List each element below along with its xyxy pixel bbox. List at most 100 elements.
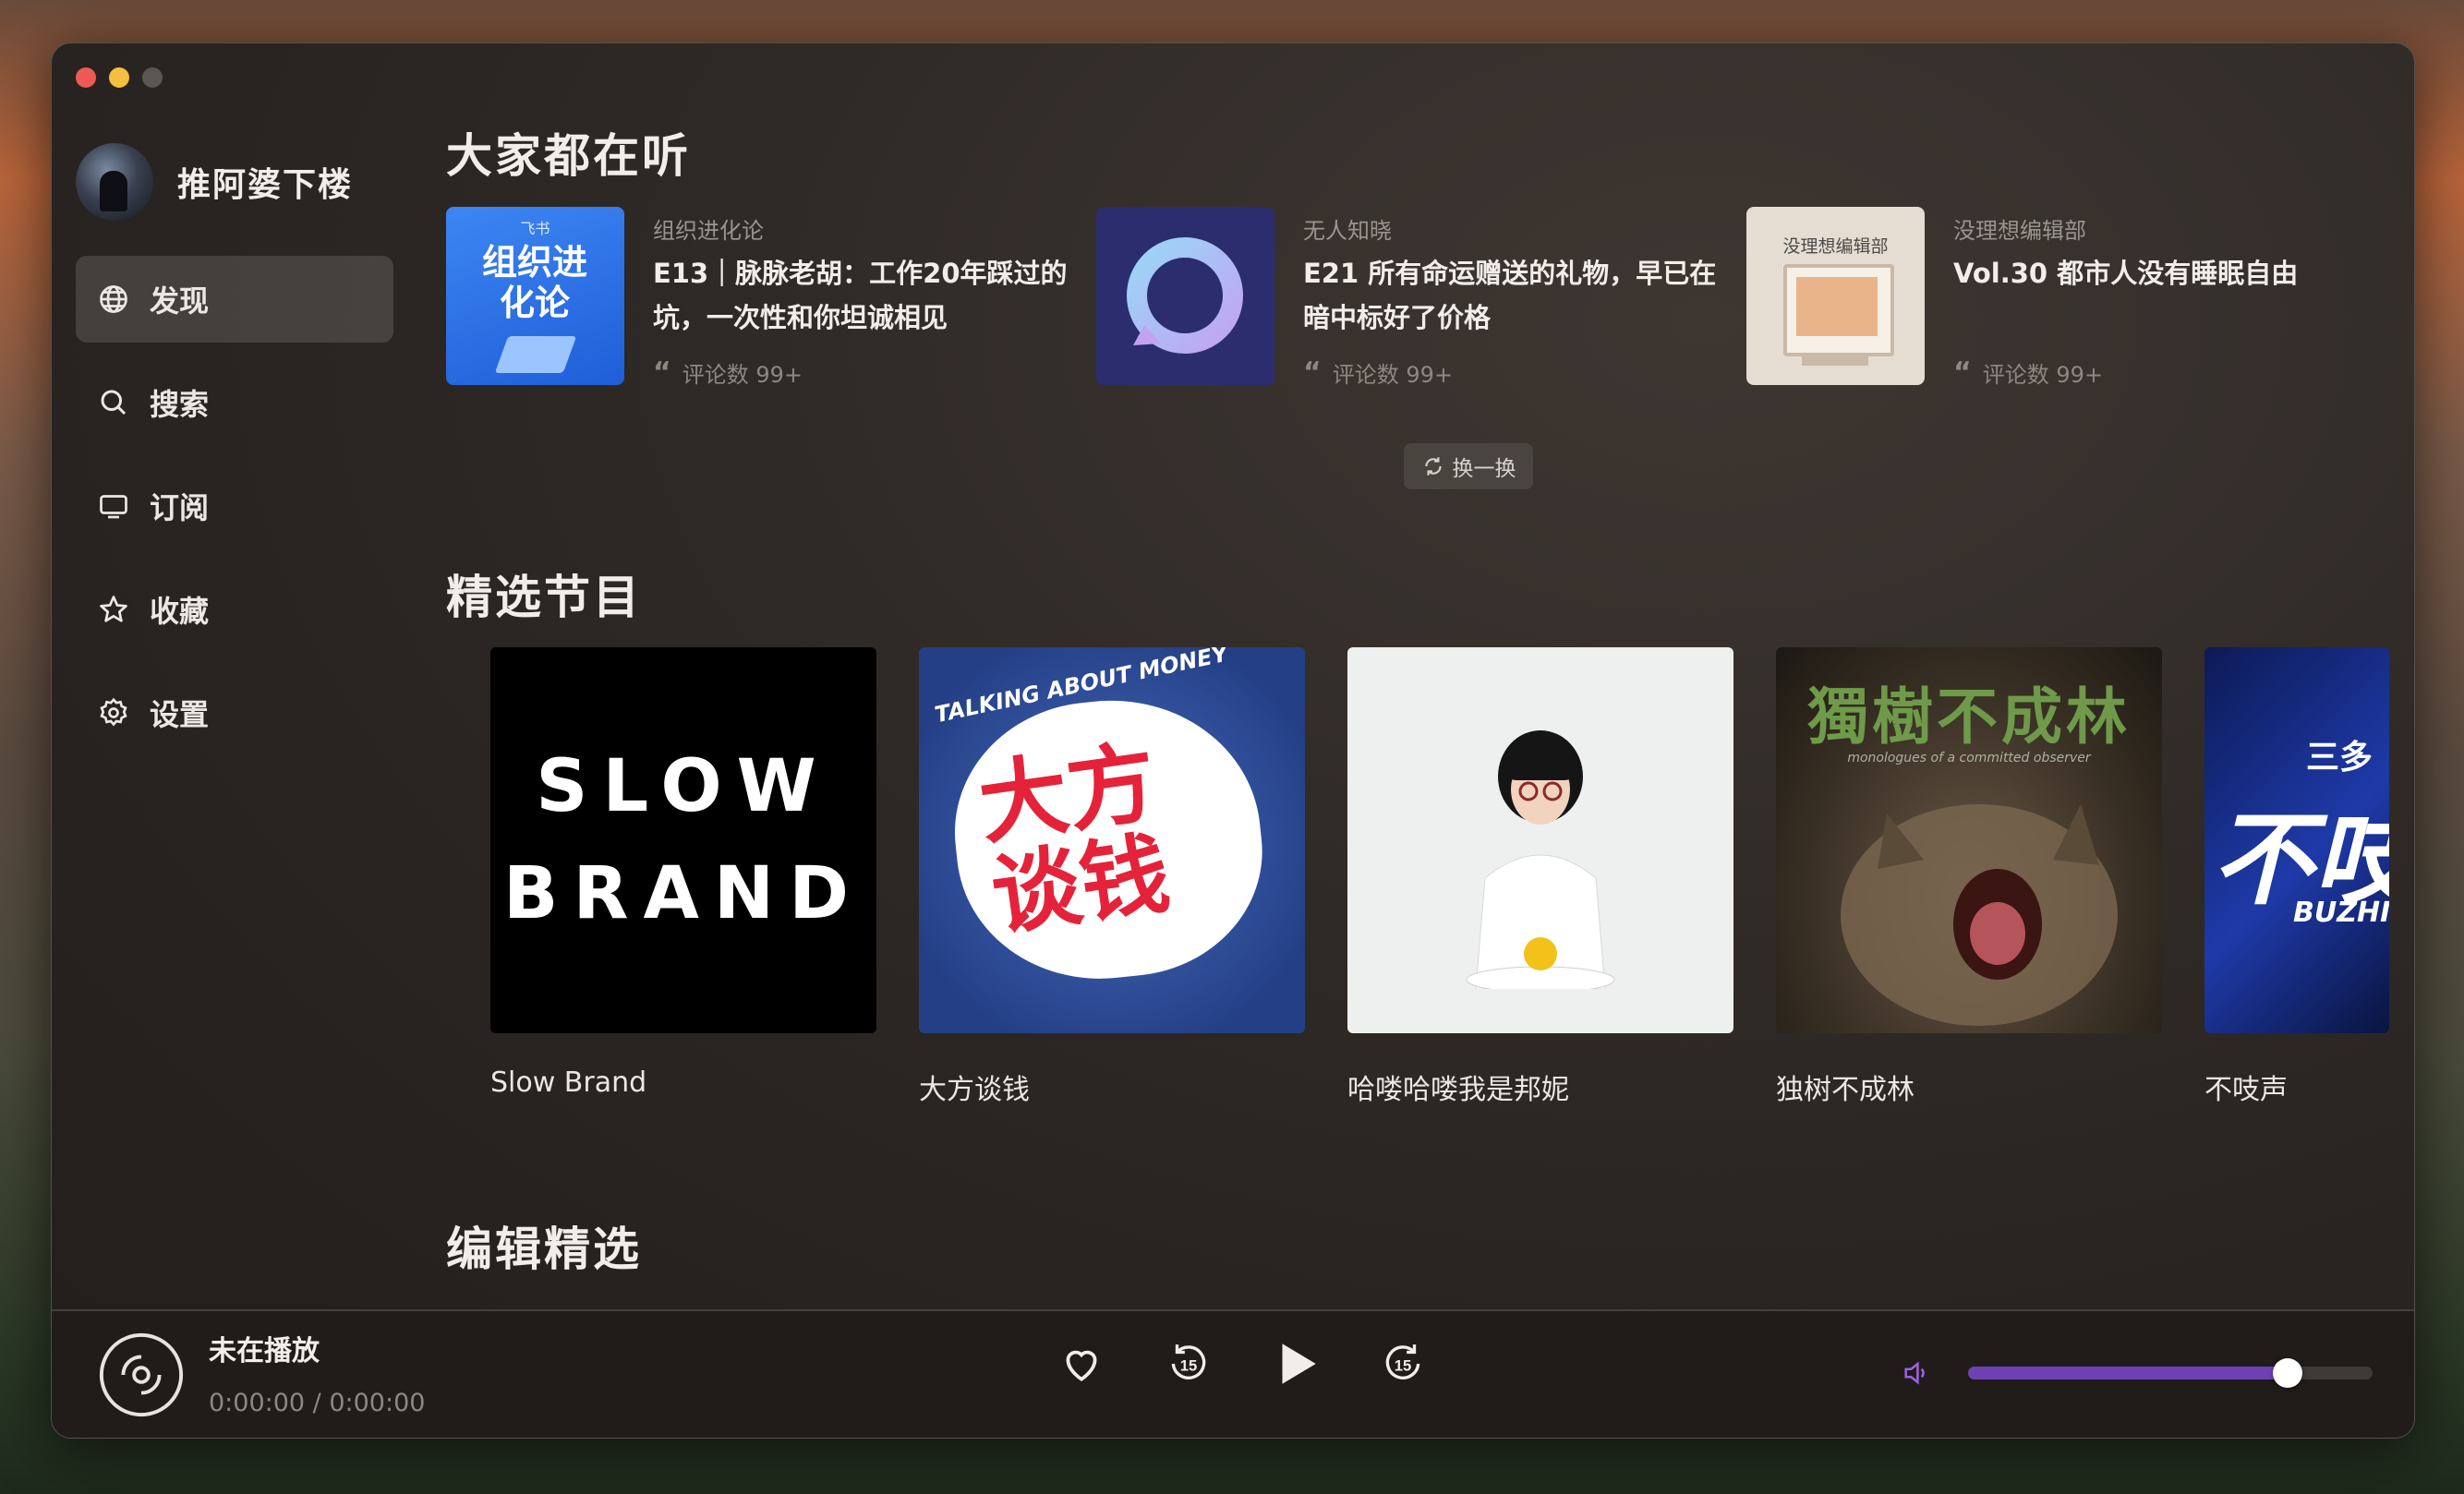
cover-text: 三多 — [2306, 739, 2373, 777]
cover-brand: 飞书 — [520, 220, 550, 237]
volume-icon[interactable] — [1901, 1357, 1932, 1389]
comment-count-text: 评论数 99+ — [1982, 362, 2103, 388]
refresh-label: 换一换 — [1452, 457, 1516, 481]
star-icon — [96, 592, 131, 627]
cover-title: 组织进化论 — [481, 242, 587, 323]
disc-icon — [99, 1332, 184, 1417]
host-portrait — [1466, 730, 1615, 989]
podcast-name[interactable]: 不吱声 — [2204, 1066, 2389, 1107]
cover-text: SLOW — [536, 745, 831, 828]
ring-logo-icon — [1127, 237, 1243, 354]
podcast-name[interactable]: 独树不成林 — [1776, 1066, 2162, 1107]
main-content: 大家都在听 飞书 组织进化论 组织进化论 E13｜脉脉老胡：工作20年踩过的坑，… — [446, 43, 2414, 1311]
podcast-name[interactable]: 大方谈钱 — [919, 1066, 1305, 1107]
featured-podcast[interactable]: SLOW BRAND Slow Brand — [490, 647, 876, 1099]
podcast-name[interactable]: 组织进化论 — [653, 212, 764, 245]
sidebar-nav: 发现 搜索 订阅 收藏 设置 — [76, 256, 393, 773]
cover-graphic — [494, 336, 577, 373]
podcast-cover[interactable]: 獨樹不成林 monologues of a committed observer — [1776, 647, 2162, 1033]
rewind-15-button[interactable]: 15 — [1162, 1337, 1215, 1391]
gear-icon — [96, 695, 131, 730]
episode-cover[interactable]: 飞书 组织进化论 — [446, 207, 624, 385]
volume-handle[interactable] — [2273, 1358, 2303, 1388]
popular-section-title: 大家都在听 — [446, 129, 691, 183]
cover-screen — [1796, 277, 1878, 336]
sidebar-item-label: 收藏 — [150, 594, 210, 629]
forward-15-button[interactable]: 15 — [1376, 1337, 1430, 1391]
featured-podcast[interactable]: 獨樹不成林 monologues of a committed observer… — [1776, 647, 2162, 1107]
comment-count-text: 评论数 99+ — [682, 362, 803, 388]
podcast-cover[interactable] — [1347, 647, 1733, 1033]
search-icon — [96, 385, 131, 420]
sidebar-item-search[interactable]: 搜索 — [76, 359, 393, 446]
rewind-15-icon: 15 — [1171, 1344, 1206, 1380]
sidebar-item-settings[interactable]: 设置 — [76, 669, 393, 756]
episode-title[interactable]: E13｜脉脉老胡：工作20年踩过的坑，一次性和你坦诚相见 — [653, 251, 1087, 340]
cover-title: 没理想编辑部 — [1782, 236, 1889, 257]
cover-text: BUZHI — [2293, 897, 2389, 929]
podcast-name[interactable]: 无人知晓 — [1303, 212, 1392, 245]
sidebar-item-discover[interactable]: 发现 — [76, 256, 393, 343]
sidebar-item-label: 发现 — [150, 283, 210, 319]
episode-title[interactable]: E21 所有命运赠送的礼物，早已在暗中标好了价格 — [1303, 251, 1737, 340]
now-playing-title: 未在播放 — [209, 1335, 320, 1367]
popular-episode[interactable]: 无人知晓 E21 所有命运赠送的礼物，早已在暗中标好了价格 “ 评论数 99+ — [1096, 207, 1743, 389]
play-button[interactable] — [1269, 1337, 1323, 1391]
popular-episode[interactable]: 飞书 组织进化论 组织进化论 E13｜脉脉老胡：工作20年踩过的坑，一次性和你坦… — [446, 207, 1093, 389]
avatar[interactable] — [76, 143, 153, 221]
sidebar-item-label: 订阅 — [150, 490, 210, 525]
forward-15-icon: 15 — [1385, 1344, 1420, 1380]
user-profile[interactable]: 推阿婆下楼 — [76, 143, 353, 221]
svg-text:15: 15 — [1395, 1356, 1412, 1374]
episode-cover[interactable]: 没理想编辑部 — [1746, 207, 1925, 385]
sidebar-item-subscribe[interactable]: 订阅 — [76, 463, 393, 549]
volume-level — [1968, 1367, 2289, 1380]
featured-podcast[interactable]: 三多 不吱 BUZHI 不吱声 — [2204, 647, 2389, 1107]
comment-count-text: 评论数 99+ — [1332, 362, 1453, 388]
sidebar: 推阿婆下楼 发现 搜索 订阅 收藏 设置 — [52, 43, 421, 1311]
comment-count: “ 评论数 99+ — [653, 356, 803, 389]
popular-list: 飞书 组织进化论 组织进化论 E13｜脉脉老胡：工作20年踩过的坑，一次性和你坦… — [446, 207, 2395, 389]
featured-podcast[interactable]: 哈喽哈喽我是邦妮 — [1347, 647, 1733, 1107]
cat-illustration — [1841, 804, 2118, 1026]
sidebar-item-label: 设置 — [150, 697, 210, 732]
episode-cover[interactable] — [1096, 207, 1274, 385]
tv-icon — [96, 488, 131, 524]
heart-icon — [1066, 1350, 1097, 1381]
sidebar-item-favorites[interactable]: 收藏 — [76, 566, 393, 653]
like-button[interactable] — [1055, 1337, 1108, 1391]
svg-text:15: 15 — [1180, 1356, 1198, 1374]
playback-controls: 15 15 — [1055, 1337, 1430, 1391]
podcast-name[interactable]: 哈喽哈喽我是邦妮 — [1347, 1066, 1733, 1107]
refresh-icon — [1424, 457, 1442, 476]
sidebar-item-label: 搜索 — [150, 387, 210, 422]
cover-stand — [1802, 356, 1868, 366]
app-window: 推阿婆下楼 发现 搜索 订阅 收藏 设置 大家都在听 飞书 组织进化论 组织进化… — [51, 42, 2415, 1439]
podcast-cover[interactable]: TALKING ABOUT MONEY 大方 谈钱 — [919, 647, 1305, 1033]
quote-icon: “ — [653, 356, 671, 389]
podcast-name[interactable]: Slow Brand — [490, 1066, 876, 1099]
volume-slider[interactable] — [1968, 1358, 2373, 1388]
user-name: 推阿婆下楼 — [177, 166, 354, 204]
player-bar: 未在播放 0:00:00 / 0:00:00 15 15 — [52, 1309, 2414, 1438]
refresh-button[interactable]: 换一换 — [1404, 443, 1533, 489]
popular-episode[interactable]: 没理想编辑部 没理想编辑部 Vol.30 都市人没有睡眠自由 “ 评论数 99+ — [1746, 207, 2393, 389]
podcast-cover[interactable]: 三多 不吱 BUZHI — [2204, 647, 2389, 1033]
featured-section-title: 精选节目 — [446, 571, 642, 624]
cover-text: BRAND — [503, 852, 864, 935]
play-icon — [1282, 1343, 1316, 1384]
podcast-cover[interactable]: SLOW BRAND — [490, 647, 876, 1033]
cover-monitor — [1783, 264, 1894, 356]
playback-time: 0:00:00 / 0:00:00 — [209, 1389, 426, 1417]
quote-icon: “ — [1303, 356, 1322, 389]
podcast-name[interactable]: 没理想编辑部 — [1953, 212, 2086, 245]
episode-title[interactable]: Vol.30 都市人没有睡眠自由 — [1953, 251, 2387, 295]
editor-section-title: 编辑精选 — [446, 1223, 642, 1276]
quote-icon: “ — [1953, 356, 1972, 389]
cover-title: 大方 谈钱 — [972, 730, 1176, 949]
cover-text: 谈钱 — [985, 821, 1176, 949]
comment-count: “ 评论数 99+ — [1303, 356, 1453, 389]
comment-count: “ 评论数 99+ — [1953, 356, 2103, 389]
featured-podcast[interactable]: TALKING ABOUT MONEY 大方 谈钱 大方谈钱 — [919, 647, 1305, 1107]
globe-icon — [96, 282, 131, 317]
